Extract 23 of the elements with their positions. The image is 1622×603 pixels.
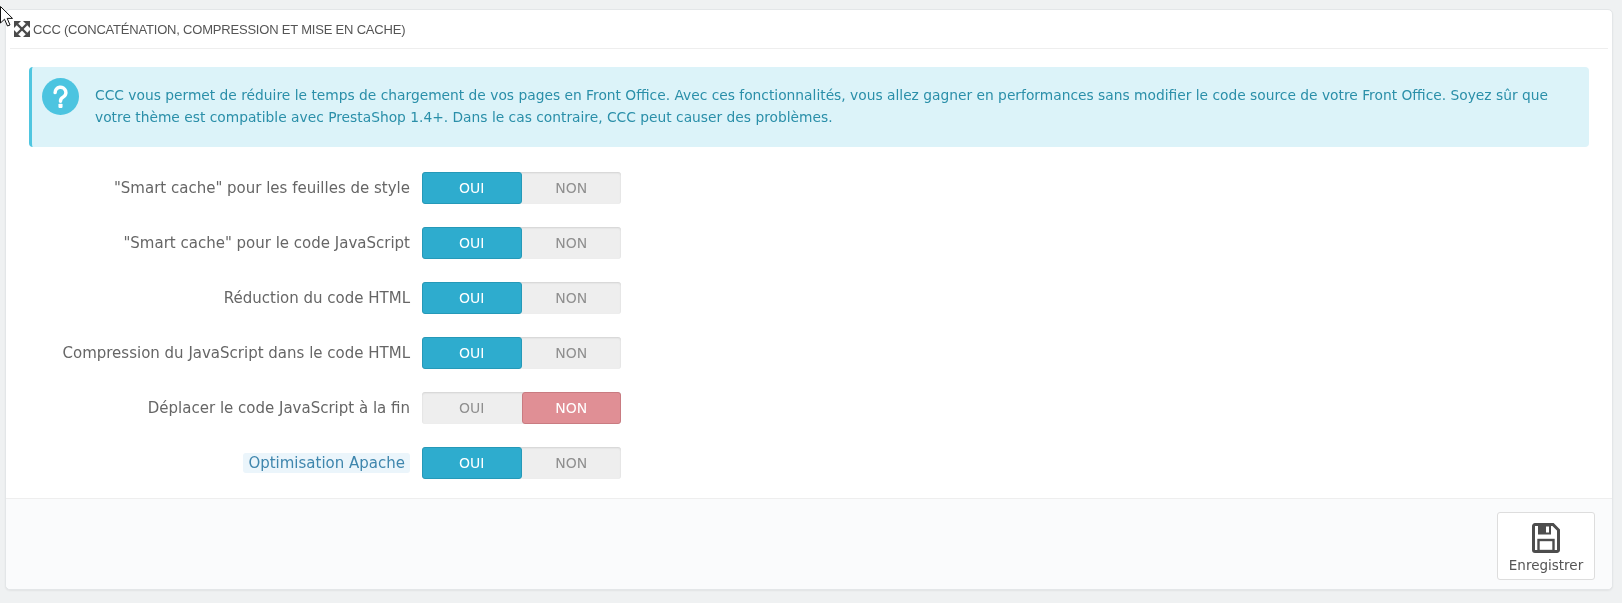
toggle-option[interactable]: OUI [422,447,522,479]
toggle-option[interactable]: NON [521,282,621,314]
setting-label: Compression du JavaScript dans le code HTML [62,344,410,362]
toggle-option[interactable]: NON [521,447,621,479]
toggle-option[interactable]: NON [521,337,621,369]
toggle-option[interactable]: OUI [422,227,522,259]
expand-arrows-icon [14,21,30,37]
toggle-option[interactable]: OUI [422,392,522,424]
setting-label: Réduction du code HTML [223,289,410,307]
toggle-option[interactable]: OUI [422,172,522,204]
hint-label: Optimisation Apache [243,453,410,473]
panel-title: CCC (CONCATÉNATION, COMPRESSION ET MISE EN CACHE) [33,21,406,37]
save-button[interactable]: Enregistrer [1497,512,1595,580]
question-icon [42,78,79,115]
toggle-option[interactable]: OUI [422,337,522,369]
toggle-option[interactable]: NON [521,172,621,204]
toggle-option[interactable]: NON [521,227,621,259]
toggle-option[interactable]: NON [521,392,621,424]
info-text: CCC vous permet de réduire le temps de chargement de vos pages en Front Office. Avec ces fonctionnalités, vous allez gagner en performances sans modifier le code source de votre Front Office. Soyez sûr que votre thème est compatible avec PrestaShop 1.4+. Dans le cas contraire, CCC peut causer des problèmes. [95,86,1549,127]
toggle-option[interactable]: OUI [422,282,522,314]
setting-label: "Smart cache" pour les feuilles de style [113,179,410,197]
setting-label: "Smart cache" pour le code JavaScript [123,234,410,252]
setting-label: Déplacer le code JavaScript à la fin [147,399,410,417]
